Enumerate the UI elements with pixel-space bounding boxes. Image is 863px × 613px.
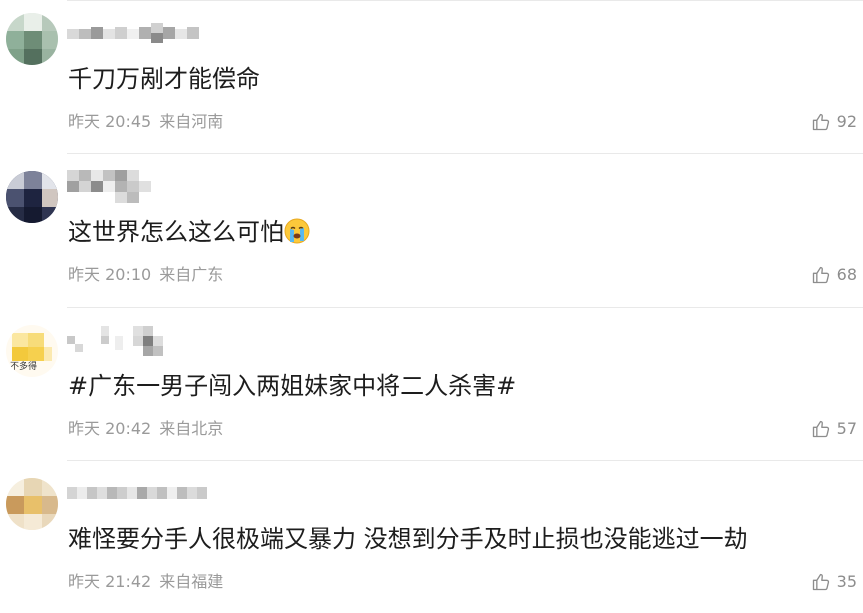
comment-time: 昨天 20:10 — [68, 265, 152, 284]
like-button[interactable]: 57 — [811, 417, 857, 441]
comment-item: 千刀万剐才能偿命 昨天 20:45 来自河南 92 — [0, 0, 863, 153]
thumbs-up-icon — [812, 113, 829, 131]
like-button[interactable]: 35 — [811, 570, 857, 594]
comment-time: 昨天 21:42 — [68, 572, 152, 591]
avatar-caption: 不多得 — [10, 362, 38, 372]
like-count: 35 — [836, 572, 857, 591]
comment-text: 这世界怎么这么可怕 — [68, 215, 310, 249]
comment-text: 难怪要分手人很极端又暴力 没想到分手及时止损也没能逃过一劫 — [68, 525, 748, 553]
divider — [67, 460, 863, 461]
comment-item: 不多得 #广东一男子闯入两姐妹家中将二人杀害# 昨天 20:42 来自北京 57 — [0, 307, 863, 460]
divider — [67, 0, 863, 1]
crying-face-icon — [284, 218, 310, 244]
comment-list: 千刀万剐才能偿命 昨天 20:45 来自河南 92 这世界怎么这么可怕 昨天 2… — [0, 0, 863, 611]
username-pixelated[interactable] — [67, 16, 212, 52]
avatar[interactable] — [6, 13, 58, 65]
comment-location: 来自河南 — [159, 112, 224, 131]
like-count: 92 — [836, 112, 857, 131]
comment-text: #广东一男子闯入两姐妹家中将二人杀害# — [68, 372, 517, 400]
thumbs-up-icon — [812, 573, 829, 591]
comment-text: 千刀万剐才能偿命 — [68, 65, 260, 93]
like-button[interactable]: 68 — [811, 263, 857, 287]
comment-time: 昨天 20:45 — [68, 112, 152, 131]
divider — [67, 153, 863, 154]
like-count: 68 — [836, 265, 857, 284]
thumbs-up-icon — [812, 266, 829, 284]
like-button[interactable]: 92 — [811, 110, 857, 134]
comment-location: 来自福建 — [159, 572, 224, 591]
comment-time: 昨天 20:42 — [68, 419, 152, 438]
avatar[interactable]: 不多得 — [6, 325, 58, 377]
username-pixelated[interactable] — [67, 169, 157, 205]
thumbs-up-icon — [812, 420, 829, 438]
comment-item: 难怪要分手人很极端又暴力 没想到分手及时止损也没能逃过一劫 昨天 21:42 来自… — [0, 460, 863, 613]
username-pixelated[interactable] — [67, 476, 217, 512]
like-count: 57 — [836, 419, 857, 438]
comment-meta: 昨天 20:45 来自河南 — [68, 110, 223, 134]
avatar[interactable] — [6, 478, 58, 530]
divider — [67, 307, 863, 308]
avatar[interactable] — [6, 171, 58, 223]
comment-meta: 昨天 20:10 来自广东 — [68, 263, 223, 287]
comment-item: 这世界怎么这么可怕 昨天 20:10 来自广东 68 — [0, 153, 863, 306]
comment-meta: 昨天 20:42 来自北京 — [68, 417, 223, 441]
comment-location: 来自北京 — [159, 419, 224, 438]
username-pixelated[interactable] — [67, 323, 172, 359]
comment-location: 来自广东 — [159, 265, 224, 284]
comment-meta: 昨天 21:42 来自福建 — [68, 570, 223, 594]
